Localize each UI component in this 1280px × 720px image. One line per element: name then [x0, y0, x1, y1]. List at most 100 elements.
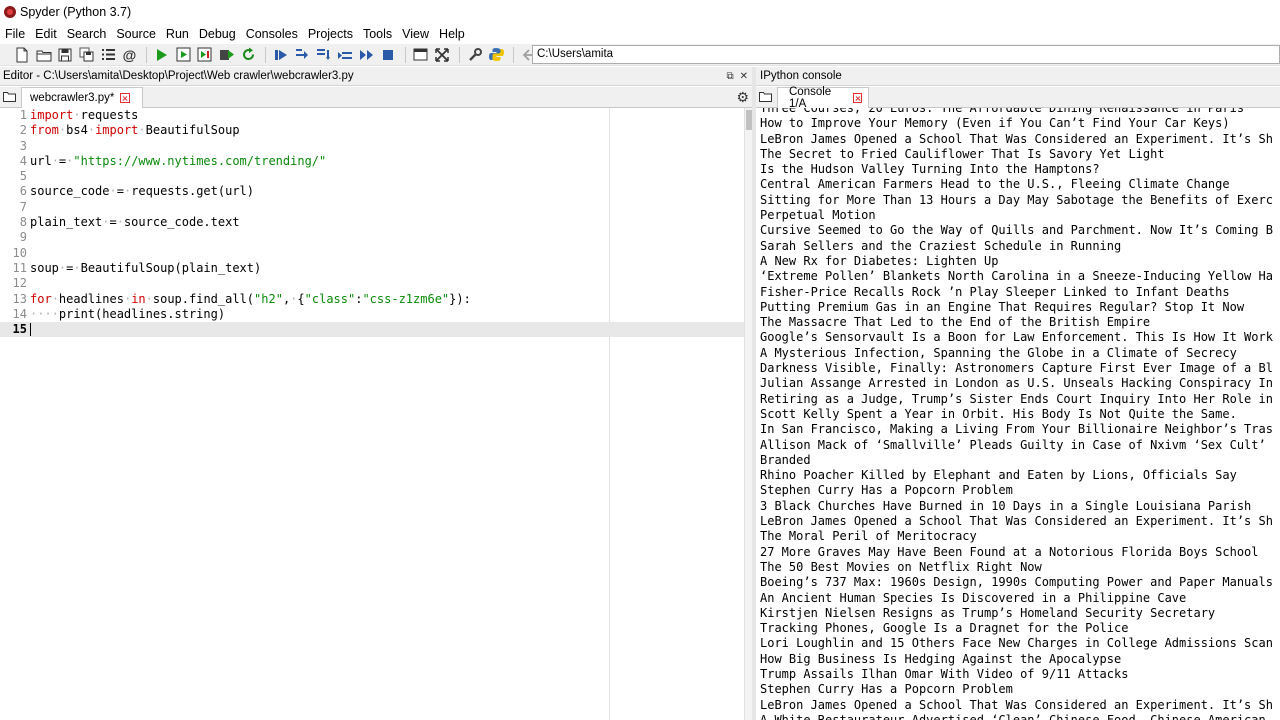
code-token: import — [30, 108, 74, 122]
menu-projects[interactable]: Projects — [303, 24, 358, 44]
new-file-icon[interactable] — [12, 45, 32, 65]
step-into-icon[interactable] — [314, 45, 334, 65]
console-options-folder-icon[interactable] — [759, 91, 772, 102]
code-token: = — [116, 184, 124, 199]
editor-tab-bar: webcrawler3.py* ⚙ — [0, 87, 752, 108]
fullscreen-icon[interactable] — [432, 45, 452, 65]
console-output-line: Branded — [760, 452, 811, 467]
menu-source[interactable]: Source — [111, 24, 161, 44]
python-path-icon[interactable] — [486, 45, 506, 65]
code-line: 12 — [0, 276, 744, 291]
menu-file[interactable]: File — [0, 24, 30, 44]
maximize-pane-icon[interactable] — [411, 45, 431, 65]
console-output-line: A White Restaurateur Advertised ‘Clean’ … — [760, 712, 1266, 720]
options-gear-icon[interactable]: ⚙ — [736, 90, 749, 104]
code-token: }): — [449, 291, 471, 306]
close-pane-icon[interactable]: ✕ — [740, 67, 748, 86]
open-folder-icon[interactable] — [34, 45, 54, 65]
console-output-line: Julian Assange Arrested in London as U.S… — [760, 376, 1273, 391]
code-line: 3 — [0, 139, 744, 154]
console-output-line: LeBron James Opened a School That Was Co… — [760, 697, 1273, 712]
code-token: · — [73, 260, 81, 275]
save-icon[interactable] — [55, 45, 75, 65]
undock-pane-icon[interactable]: ⧉ — [726, 67, 733, 86]
tab-console-1a[interactable]: Console 1/A — [777, 86, 869, 110]
menu-search[interactable]: Search — [62, 24, 112, 44]
preferences-wrench-icon[interactable] — [465, 45, 485, 65]
code-line: 11 soup·=·BeautifulSoup(plain_text) — [0, 261, 744, 276]
code-token: source_code.text — [123, 215, 240, 230]
console-output-line: Tracking Phones, Google Is a Dragnet for… — [760, 621, 1129, 636]
code-line: 2 from·bs4·import·BeautifulSoup — [0, 123, 744, 138]
line-number: 9 — [19, 230, 27, 245]
code-line: 10 — [0, 246, 744, 261]
console-output-line: The 50 Best Movies on Netflix Right Now — [760, 559, 1042, 574]
code-token: bs4 — [66, 123, 88, 138]
tab-webcrawler3[interactable]: webcrawler3.py* — [21, 87, 143, 108]
code-token: · — [138, 123, 146, 138]
code-token: soup — [30, 260, 59, 275]
step-icon[interactable] — [292, 45, 312, 65]
browse-files-icon[interactable] — [3, 91, 16, 102]
code-token: soup.find_all( — [152, 291, 255, 306]
code-line: 9 — [0, 230, 744, 245]
line-code: from·bs4·import·BeautifulSoup — [30, 123, 240, 138]
toolbar-separator — [404, 46, 406, 63]
line-code: plain_text·=·source_code.text — [30, 215, 240, 230]
code-token: for — [30, 291, 52, 306]
close-console-tab-icon[interactable] — [852, 93, 862, 103]
run-cell-advance-icon[interactable] — [195, 45, 215, 65]
code-token: "class" — [304, 291, 356, 306]
save-all-icon[interactable] — [77, 45, 97, 65]
editor-pane-title: Editor - C:\Users\amita\Desktop\Project\… — [0, 67, 752, 86]
console-output-line: Kirstjen Nielsen Resigns as Trump’s Home… — [760, 605, 1216, 620]
menu-edit[interactable]: Edit — [30, 24, 62, 44]
console-output-line: The Massacre That Led to the End of the … — [760, 315, 1151, 330]
line-number: 3 — [19, 138, 27, 153]
menu-help[interactable]: Help — [434, 24, 470, 44]
menu-consoles[interactable]: Consoles — [241, 24, 303, 44]
menu-run[interactable]: Run — [161, 24, 194, 44]
title-bar: Spyder (Python 3.7) — [0, 0, 1280, 24]
toolbar-separator — [264, 46, 266, 63]
code-token: in — [131, 291, 146, 306]
code-line: 15 — [0, 322, 744, 338]
run-selection-icon[interactable] — [217, 45, 237, 65]
console-tab-label: Console 1/A — [789, 86, 832, 110]
step-return-icon[interactable] — [335, 45, 355, 65]
working-directory-input[interactable]: C:\Users\amita — [532, 45, 1280, 64]
line-code: ····print(headlines.string) — [30, 307, 225, 322]
console-output-line: Allison Mack of ‘Smallville’ Pleads Guil… — [760, 437, 1266, 452]
menu-tools[interactable]: Tools — [358, 24, 397, 44]
run-cell-icon[interactable] — [174, 45, 194, 65]
code-line: 6 source_code·=·requests.get(url) — [0, 184, 744, 199]
console-output: Three Courses, 20 Euros: The Affordable … — [760, 108, 1273, 720]
console-output-line: How Big Business Is Hedging Against the … — [760, 651, 1122, 666]
stop-debug-icon[interactable] — [378, 45, 398, 65]
menu-view[interactable]: View — [397, 24, 434, 44]
line-number: 7 — [19, 199, 27, 214]
toolbar-separator — [146, 46, 147, 63]
menu-debug[interactable]: Debug — [194, 24, 241, 44]
code-line: 4 url·=·"https://www.nytimes.com/trending… — [0, 154, 744, 169]
console-tab-bar: Console 1/A — [756, 86, 1280, 110]
line-code: soup·=·BeautifulSoup(plain_text) — [30, 261, 261, 276]
debug-icon[interactable] — [271, 45, 291, 65]
code-token: · — [87, 123, 96, 138]
code-token: · — [109, 184, 117, 199]
code-line: 7 — [0, 200, 744, 215]
console-output-line: Putting Premium Gas in an Engine That Re… — [760, 299, 1245, 314]
line-code: source_code·=·requests.get(url) — [30, 184, 254, 199]
console-output-line: Darkness Visible, Finally: Astronomers C… — [760, 361, 1273, 376]
text-cursor — [30, 323, 31, 337]
close-tab-icon[interactable] — [120, 93, 131, 103]
run-file-icon[interactable] — [152, 45, 172, 65]
browse-tabs-icon[interactable] — [98, 45, 118, 65]
rerun-icon[interactable] — [238, 45, 258, 65]
at-sign-icon[interactable]: @ — [120, 45, 140, 65]
ipython-console[interactable]: Three Courses, 20 Euros: The Affordable … — [756, 108, 1280, 720]
continue-icon[interactable] — [357, 45, 377, 65]
code-editor[interactable]: 1 import·requests 2 from·bs4·import·Beautif… — [0, 108, 744, 720]
console-title-label: IPython console — [760, 70, 842, 82]
editor-path-label: Editor - C:\Users\amita\Desktop\Project\… — [3, 70, 354, 82]
